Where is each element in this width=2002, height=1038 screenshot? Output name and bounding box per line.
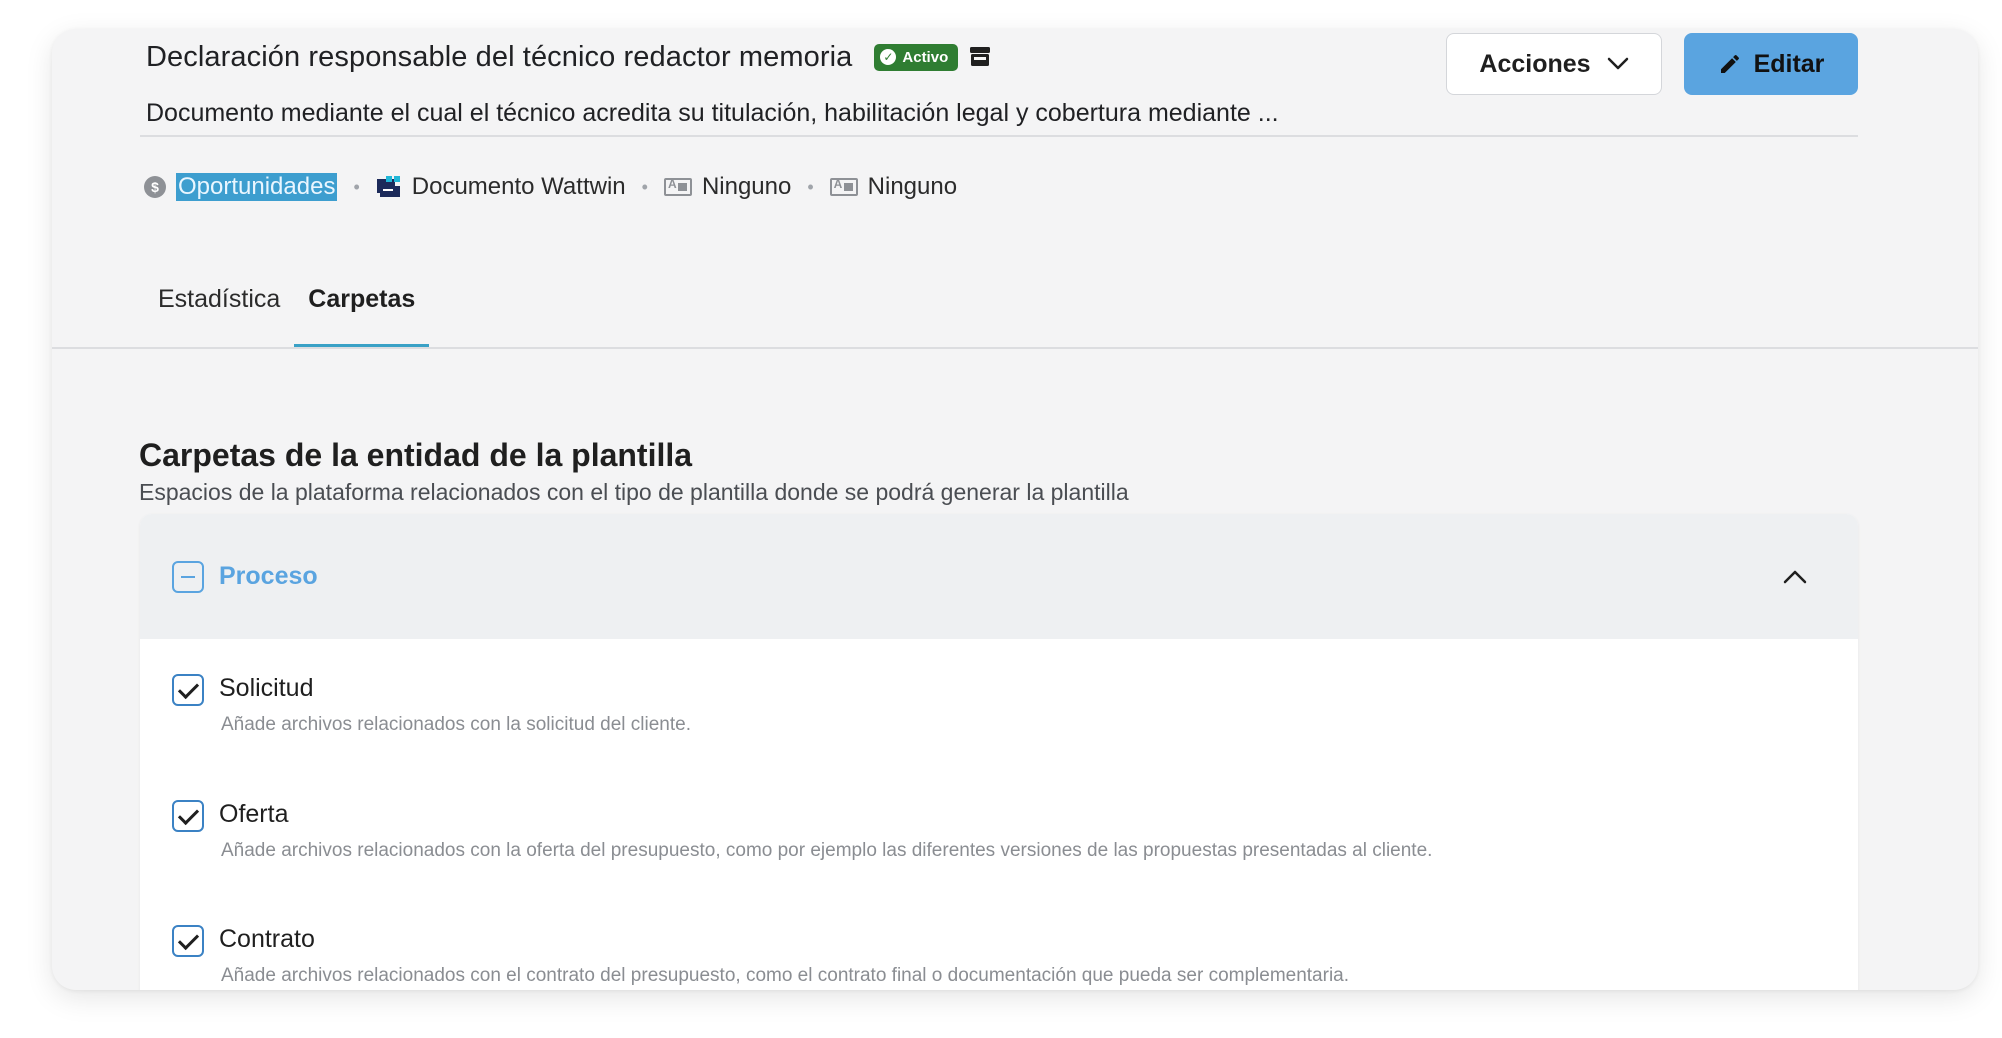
chevron-down-icon [1607, 57, 1628, 70]
item-label: Oferta [219, 800, 289, 828]
item-checkbox[interactable] [172, 800, 204, 832]
meta-row: $ Oportunidades • Documento Wattwin • Ni… [144, 169, 957, 205]
status-badge-label: Activo [902, 48, 949, 66]
meta-field-2-label: Ninguno [867, 173, 958, 200]
store-icon [970, 47, 991, 66]
edit-button[interactable]: Editar [1684, 33, 1858, 95]
actions-label: Acciones [1479, 49, 1591, 78]
id-card-icon [663, 177, 692, 196]
meta-entity-label: Oportunidades [176, 173, 338, 201]
id-card-icon [829, 177, 858, 196]
wattwin-logo-icon [376, 176, 400, 197]
section-subtitle: Espacios de la plataforma relacionados c… [139, 479, 1129, 505]
meta-doc-type: Documento Wattwin [376, 173, 626, 201]
item-checkbox[interactable] [172, 925, 204, 957]
item-description: Añade archivos relacionados con el contr… [221, 965, 1350, 986]
edit-label: Editar [1753, 49, 1825, 78]
folder-group-name: Proceso [219, 562, 318, 590]
dollar-icon: $ [144, 176, 166, 198]
page-description: Documento mediante el cual el técnico ac… [146, 99, 1279, 127]
separator-dot: • [641, 176, 648, 197]
page-title: Declaración responsable del técnico reda… [146, 40, 853, 73]
folder-group-header[interactable]: Proceso [140, 514, 1858, 639]
title-row: Declaración responsable del técnico reda… [146, 29, 992, 85]
header-divider [140, 135, 1858, 137]
folder-group-proceso: Proceso Solicitud Añade archivos relacio… [140, 514, 1858, 990]
actions-dropdown-button[interactable]: Acciones [1446, 33, 1662, 95]
group-toggle-checkbox[interactable] [172, 561, 204, 593]
tab-carpetas[interactable]: Carpetas [294, 285, 430, 347]
item-checkbox[interactable] [172, 674, 204, 706]
meta-field-2: Ninguno [829, 173, 958, 201]
meta-field-1-label: Ninguno [701, 173, 792, 200]
pencil-icon [1720, 54, 1739, 73]
meta-entity: $ Oportunidades [144, 173, 338, 201]
separator-dot: • [353, 176, 360, 197]
item-description: Añade archivos relacionados con la solic… [221, 714, 691, 735]
item-label: Solicitud [219, 674, 314, 702]
chevron-up-icon[interactable] [1782, 564, 1808, 590]
status-badge: ✓ Activo [874, 43, 959, 71]
meta-field-1: Ninguno [663, 173, 792, 201]
meta-doc-type-label: Documento Wattwin [411, 173, 626, 200]
section-title: Carpetas de la entidad de la plantilla [139, 437, 693, 473]
tabs-divider [52, 347, 1978, 349]
check-circle-icon: ✓ [880, 49, 897, 65]
tab-estadistica[interactable]: Estadística [144, 285, 294, 347]
tab-bar: Estadística Carpetas [144, 285, 430, 347]
item-label: Contrato [219, 925, 315, 953]
separator-dot: • [807, 176, 814, 197]
item-description: Añade archivos relacionados con la ofert… [221, 840, 1433, 861]
template-detail-panel: Declaración responsable del técnico reda… [52, 29, 1978, 990]
